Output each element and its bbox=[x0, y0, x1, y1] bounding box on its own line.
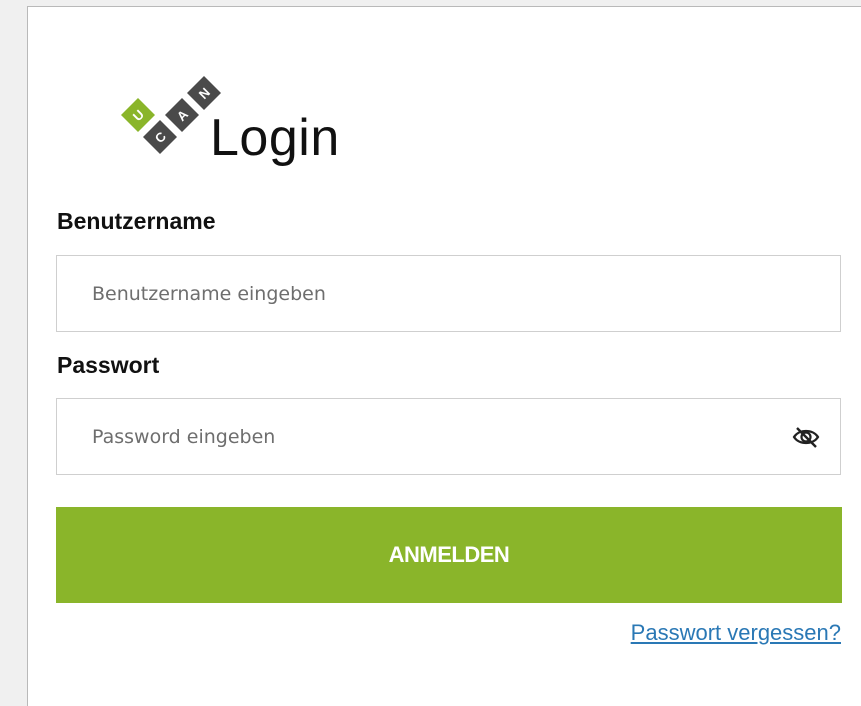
password-field[interactable] bbox=[56, 398, 841, 475]
login-button[interactable]: ANMELDEN bbox=[56, 507, 842, 603]
logo-tile-n: N bbox=[187, 76, 221, 110]
username-input[interactable] bbox=[92, 278, 772, 310]
password-label: Passwort bbox=[57, 352, 160, 378]
logo-tile-a: A bbox=[165, 98, 199, 132]
page-title: Login bbox=[210, 109, 340, 167]
logo-tile-u: U bbox=[121, 98, 155, 132]
username-label: Benutzername bbox=[57, 208, 216, 234]
password-input[interactable] bbox=[92, 421, 772, 453]
forgot-password-link[interactable]: Passwort vergessen? bbox=[631, 620, 841, 646]
logo-tile-c: C bbox=[143, 120, 177, 154]
eye-slash-icon[interactable] bbox=[792, 425, 820, 449]
username-field[interactable] bbox=[56, 255, 841, 332]
